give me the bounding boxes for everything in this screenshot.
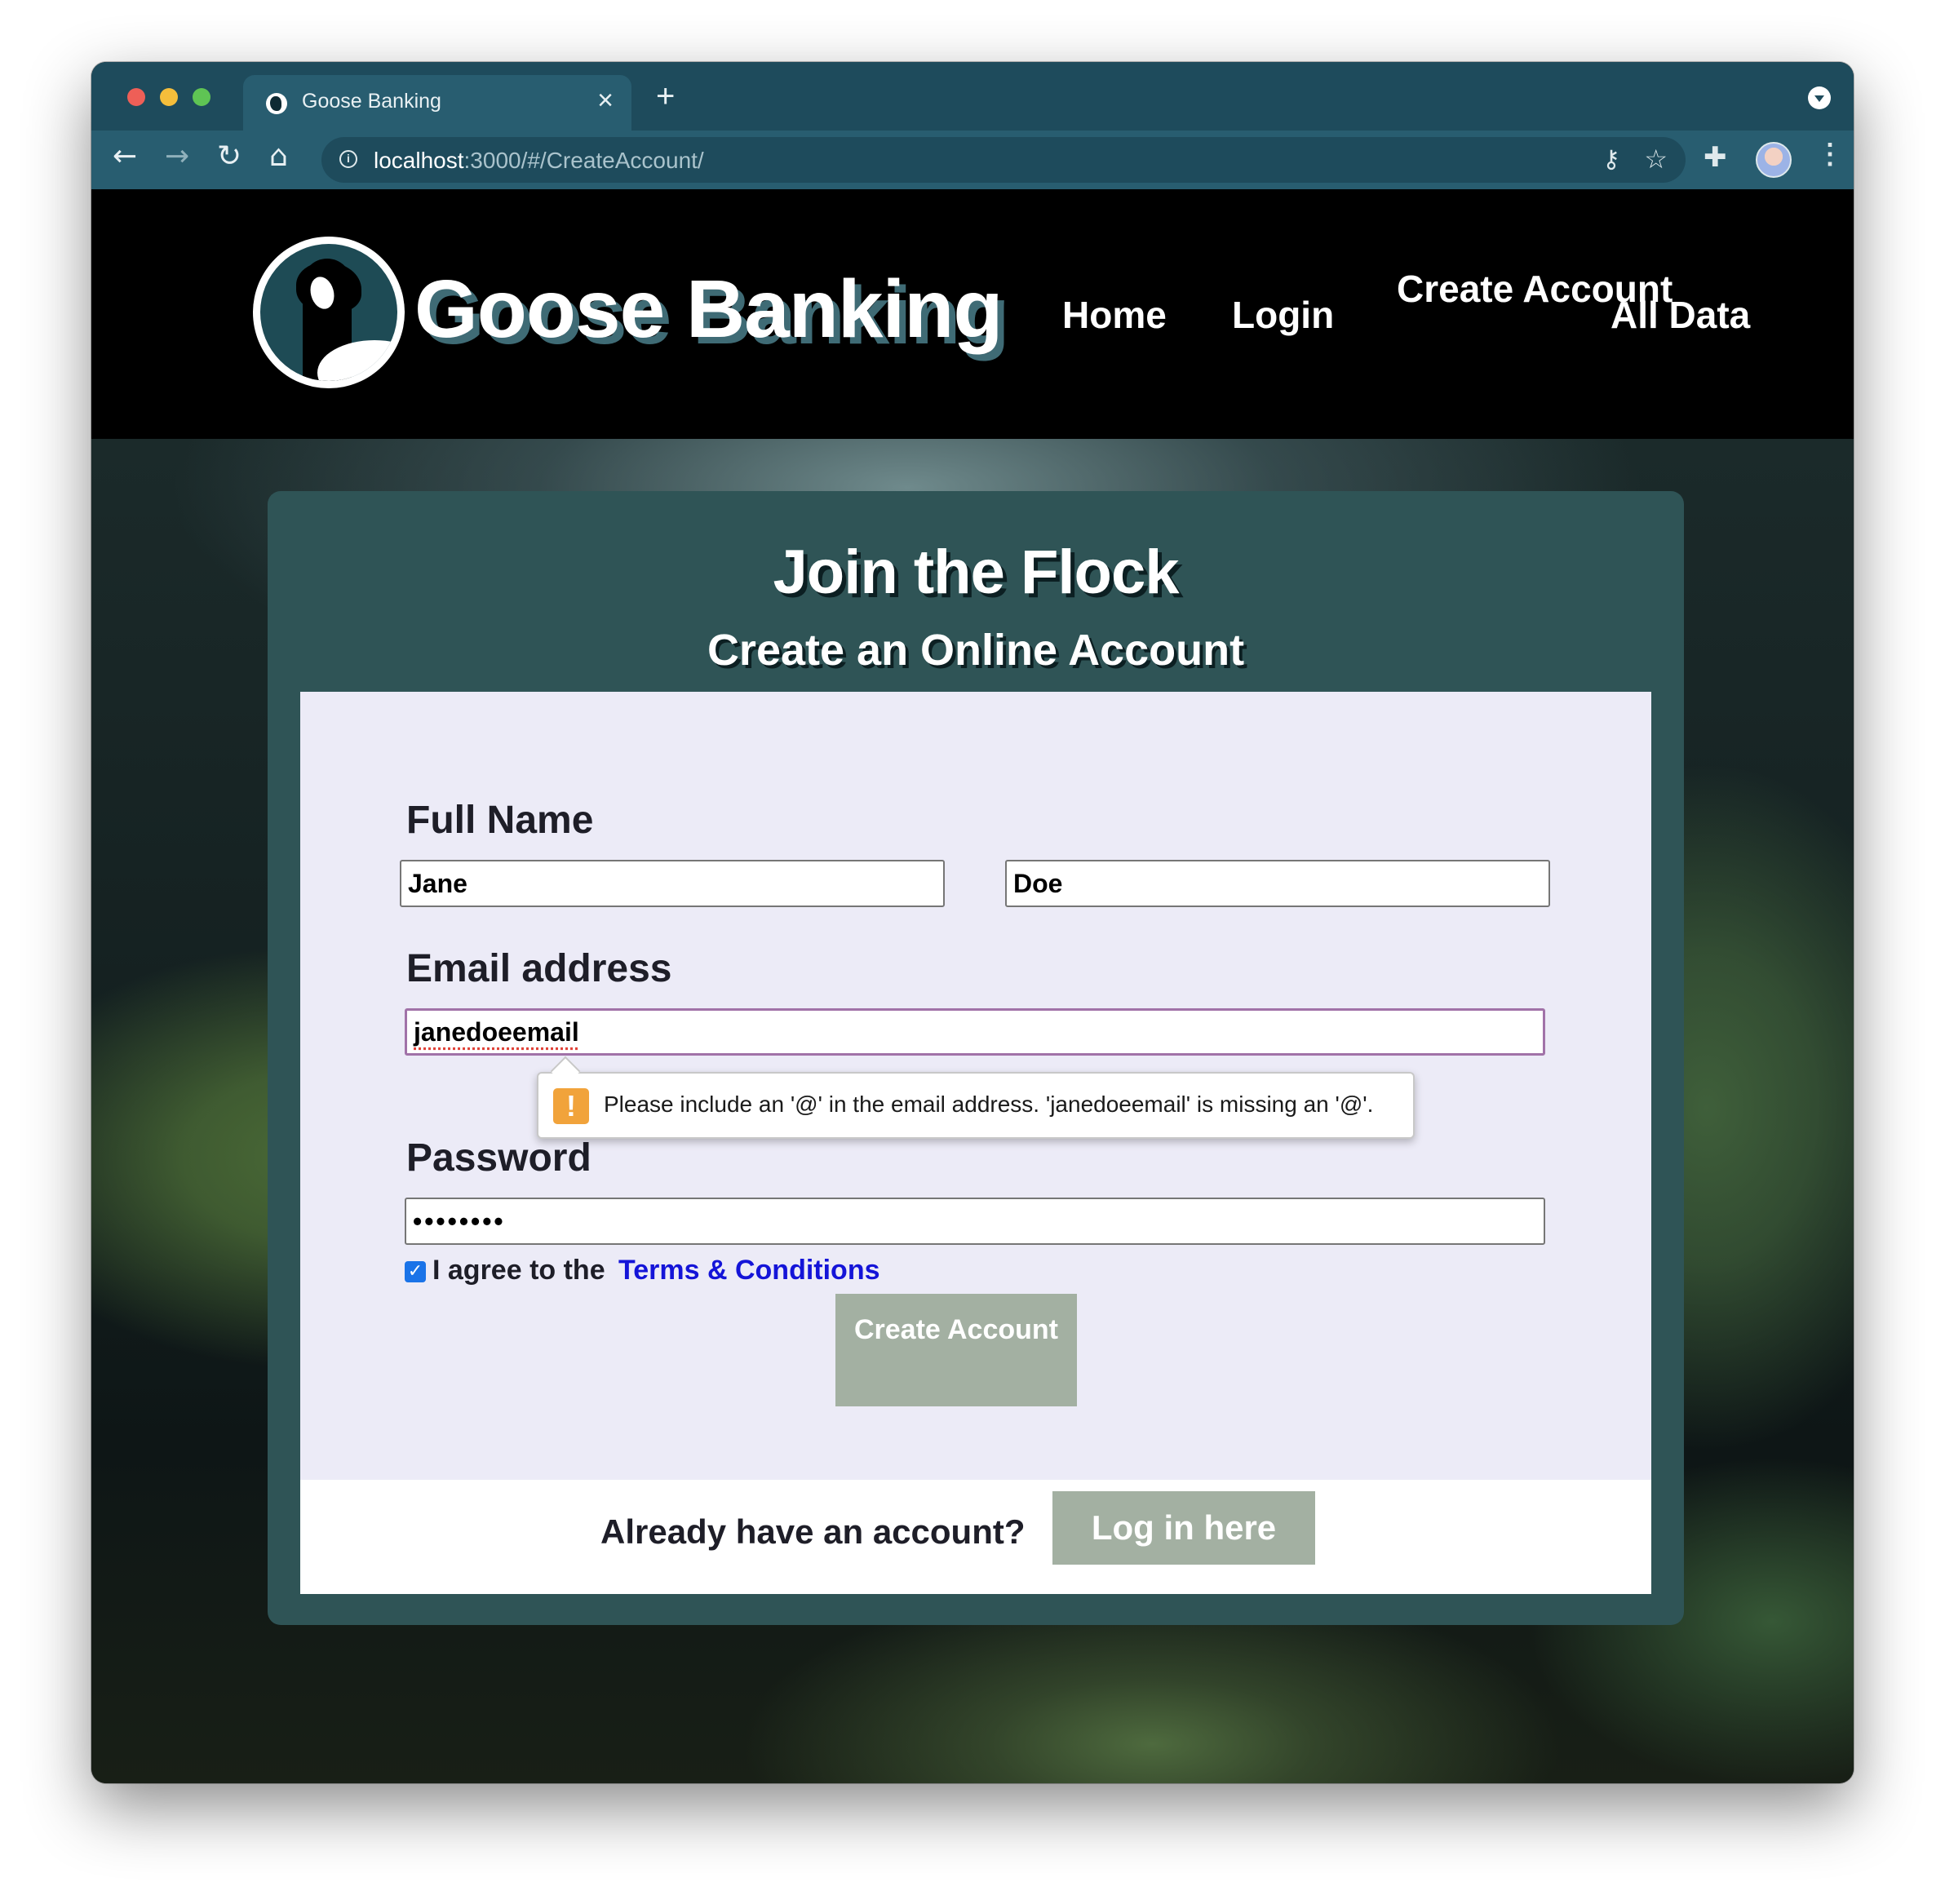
tab-search-icon[interactable] [1808,86,1831,109]
web-page: Goose Banking Home Login Create Account … [91,189,1854,1783]
first-name-input[interactable]: Jane [400,860,945,907]
tab-title: Goose Banking [302,90,441,113]
email-label: Email address [406,947,672,990]
agree-text: I agree to the [432,1255,605,1286]
email-input[interactable]: janedoeemail [405,1008,1545,1056]
nav-login-link[interactable]: Login [1232,289,1334,341]
profile-avatar[interactable] [1756,142,1792,178]
url-host: localhost [374,148,464,173]
login-here-button[interactable]: Log in here [1052,1491,1315,1565]
nav-home-link[interactable]: Home [1062,289,1167,341]
tab-close-icon[interactable]: × [597,86,614,114]
home-icon[interactable]: ⌂ [269,142,288,171]
url-text: localhost:3000/#/CreateAccount/ [374,148,704,174]
create-account-form: Full Name Jane Doe Email address janedoe… [300,692,1651,1480]
warning-icon: ! [553,1088,589,1124]
back-arrow-icon[interactable]: ← [113,142,137,171]
key-icon[interactable]: ⚷ [1602,145,1620,174]
create-account-button[interactable]: Create Account [835,1294,1077,1406]
close-window-button[interactable] [127,88,145,106]
validation-message: Please include an '@' in the email addre… [604,1091,1374,1117]
login-prompt-panel: Already have an account? Log in here [300,1480,1651,1594]
terms-checkbox[interactable]: ✓ [405,1261,426,1282]
create-account-card: Join the Flock Create an Online Account … [268,491,1684,1625]
reload-icon[interactable]: ↻ [217,142,241,171]
last-name-input[interactable]: Doe [1005,860,1550,907]
nav-all-data-link[interactable]: All Data [1610,289,1750,341]
new-tab-button[interactable]: + [656,80,675,113]
goose-favicon-icon [266,93,287,114]
password-input[interactable]: •••••••• [405,1198,1545,1245]
login-prompt-text: Already have an account? [600,1512,1026,1551]
browser-tab[interactable]: Goose Banking × [243,75,631,131]
hero-background: Join the Flock Create an Online Account … [91,439,1854,1783]
validation-tooltip: ! Please include an '@' in the email add… [537,1072,1415,1139]
card-title: Join the Flock [773,538,1180,607]
card-subtitle: Create an Online Account [707,626,1245,675]
site-header: Goose Banking Home Login Create Account … [91,189,1854,439]
goose-logo-icon[interactable] [253,237,405,388]
minimize-window-button[interactable] [160,88,178,106]
email-value: janedoeemail [414,1017,579,1047]
browser-toolbar: ← → ↻ ⌂ i localhost:3000/#/CreateAccount… [91,131,1854,189]
extensions-icon[interactable]: ✚ [1704,144,1727,171]
nav-create-account-link[interactable]: Create Account [1397,263,1673,315]
star-icon[interactable]: ☆ [1644,144,1668,175]
address-bar[interactable]: i localhost:3000/#/CreateAccount/ ⚷ ☆ [321,137,1686,183]
password-label: Password [406,1136,591,1180]
terms-conditions-link[interactable]: Terms & Conditions [618,1255,880,1286]
maximize-window-button[interactable] [193,88,210,106]
browser-window: Goose Banking × + ← → ↻ ⌂ i localhost:30… [91,62,1854,1783]
tab-bar: Goose Banking × + [91,62,1854,131]
info-icon[interactable]: i [339,150,357,168]
full-name-label: Full Name [406,799,594,842]
url-path: :3000/#/CreateAccount/ [463,148,704,173]
forward-arrow-icon[interactable]: → [165,142,189,171]
menu-icon[interactable]: ⋮ [1816,140,1844,168]
brand-name[interactable]: Goose Banking [414,263,1003,356]
